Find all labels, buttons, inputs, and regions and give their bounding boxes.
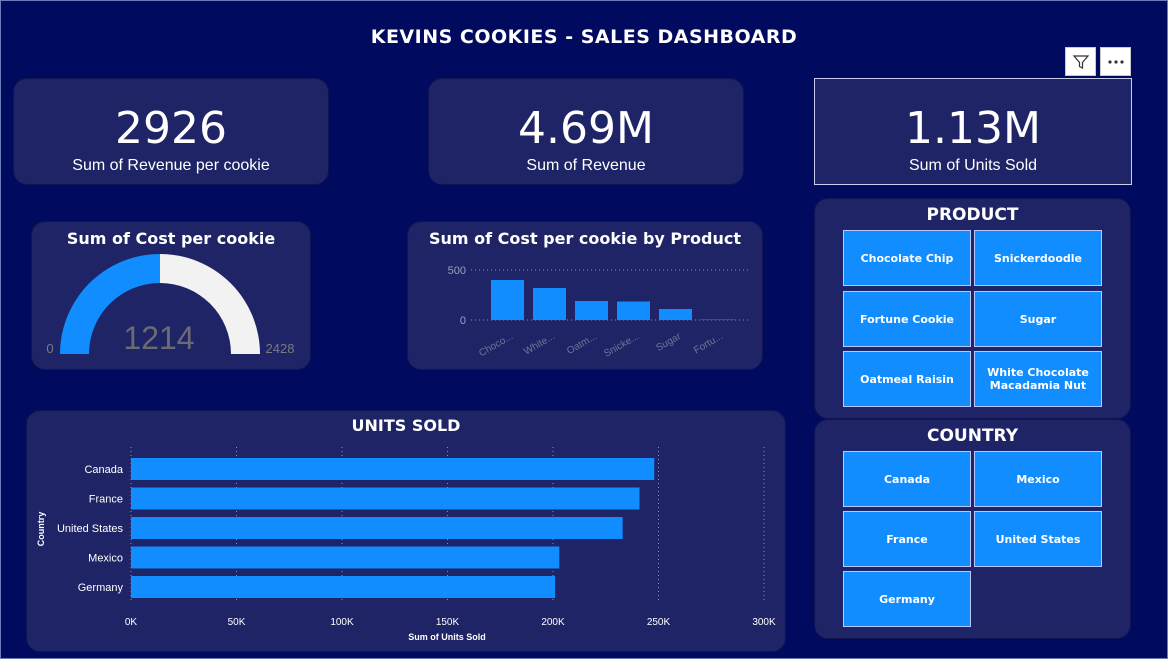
gauge-chart: 1214 0 2428 <box>46 254 295 356</box>
x-tick-label: Fortu... <box>692 331 725 356</box>
page-title: KEVINS COOKIES - SALES DASHBOARD <box>370 26 798 48</box>
x-tick-label: Oatm... <box>565 331 599 357</box>
filter-button[interactable] <box>1065 47 1096 76</box>
slicer-item-snickerdoodle[interactable]: Snickerdoodle <box>974 230 1102 286</box>
country-slicer: COUNTRY Canada Mexico France United Stat… <box>814 419 1131 639</box>
bar <box>575 301 608 320</box>
bar <box>131 576 556 598</box>
y-tick-label: Canada <box>84 464 123 476</box>
x-tick-label: Choco... <box>477 331 515 359</box>
y-tick-label: 0 <box>460 315 466 327</box>
x-axis-label: Sum of Units Sold <box>408 632 486 642</box>
slicer-item-oatmeal-raisin[interactable]: Oatmeal Raisin <box>843 351 971 407</box>
gauge-card[interactable]: Sum of Cost per cookie 1214 0 2428 <box>31 221 311 370</box>
bar <box>491 280 524 320</box>
y-tick-label: Germany <box>78 582 124 594</box>
units-sold-card[interactable]: UNITS SOLD 0K 50K 100K 150K 200K 250K 300K Can… <box>26 410 786 652</box>
kpi-value: 1.13M <box>905 103 1041 154</box>
bar <box>131 546 560 569</box>
slicer-item-chocolate-chip[interactable]: Chocolate Chip <box>843 230 971 286</box>
units-sold-chart: 0K 50K 100K 150K 200K 250K 300K Canada France Un… <box>36 447 776 642</box>
slicer-item-white-chocolate-macadamia-nut[interactable]: White Chocolate Macadamia Nut <box>974 351 1102 407</box>
bar <box>533 288 566 320</box>
kpi-label: Sum of Revenue per cookie <box>72 157 270 174</box>
y-tick-label: 500 <box>448 265 466 277</box>
slicer-item-france[interactable]: France <box>843 511 971 567</box>
x-tick-label: 50K <box>228 617 246 628</box>
kpi-value: 4.69M <box>518 103 654 154</box>
product-slicer-title: PRODUCT <box>926 205 1019 225</box>
bar <box>617 301 650 320</box>
x-tick-label: 300K <box>752 617 776 628</box>
more-options-icon <box>1107 59 1124 64</box>
x-tick-label: 0K <box>125 617 138 628</box>
y-tick-label: Mexico <box>88 553 123 565</box>
slicer-item-canada[interactable]: Canada <box>843 451 971 507</box>
x-tick-label: 250K <box>647 617 671 628</box>
bar <box>131 487 640 510</box>
x-tick-label: Sugar <box>654 331 683 354</box>
x-tick-label: 200K <box>541 617 565 628</box>
bar <box>701 319 734 320</box>
y-tick-label: France <box>89 494 123 506</box>
kpi-label: Sum of Units Sold <box>908 157 1038 174</box>
x-tick-label: White... <box>522 331 557 357</box>
filter-icon <box>1072 54 1089 69</box>
kpi-card-revenue-per-cookie[interactable]: 2926 Sum of Revenue per cookie <box>13 78 329 185</box>
x-tick-label: 100K <box>330 617 354 628</box>
country-slicer-title: COUNTRY <box>926 426 1019 446</box>
bar <box>131 517 623 539</box>
kpi-card-units-sold[interactable]: 1.13M Sum of Units Sold <box>814 78 1132 185</box>
product-cost-card[interactable]: Sum of Cost per cookie by Product 500 0 … <box>407 221 763 370</box>
more-options-button[interactable] <box>1100 47 1131 76</box>
slicer-item-united-states[interactable]: United States <box>974 511 1102 567</box>
bar <box>131 458 655 480</box>
gauge-value-label: 1214 <box>123 320 194 356</box>
x-tick-label: Snicke... <box>602 331 641 360</box>
x-tick-label: 150K <box>436 617 460 628</box>
product-slicer: PRODUCT Chocolate Chip Snickerdoodle For… <box>814 198 1131 419</box>
kpi-value: 2926 <box>115 103 227 154</box>
kpi-card-revenue[interactable]: 4.69M Sum of Revenue <box>428 78 744 185</box>
slicer-item-sugar[interactable]: Sugar <box>974 291 1102 347</box>
slicer-item-fortune-cookie[interactable]: Fortune Cookie <box>843 291 971 347</box>
gauge-min-label: 0 <box>46 341 53 356</box>
product-cost-chart: 500 0 Choco... White... Oatm... Snicke... Su… <box>448 265 751 360</box>
y-axis-label: Country <box>36 512 46 547</box>
slicer-item-mexico[interactable]: Mexico <box>974 451 1102 507</box>
bar <box>659 309 692 320</box>
gauge-max-label: 2428 <box>266 341 295 356</box>
y-tick-label: United States <box>57 523 124 535</box>
kpi-label: Sum of Revenue <box>526 157 646 174</box>
slicer-item-germany[interactable]: Germany <box>843 571 971 627</box>
